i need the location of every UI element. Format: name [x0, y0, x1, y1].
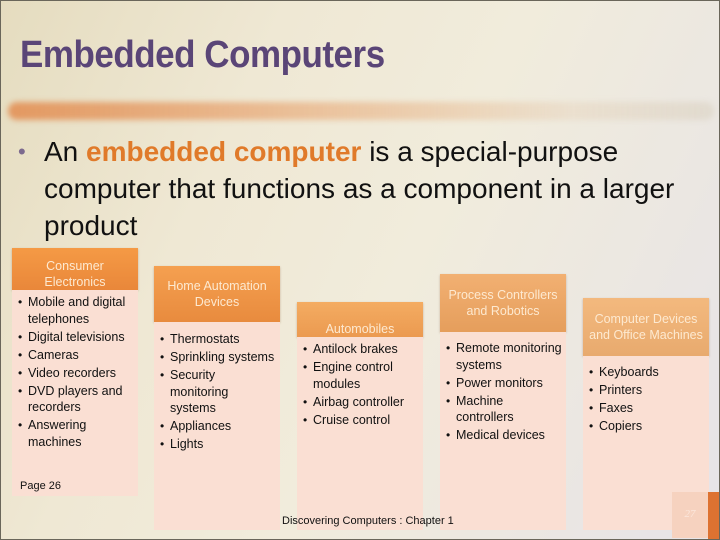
category-body: Remote monitoring systems Power monitors…: [440, 332, 566, 530]
category-header: Consumer Electronics: [12, 248, 138, 290]
list-item: Machine controllers: [446, 393, 562, 426]
category-item-list: Antilock brakes Engine control modules A…: [303, 341, 419, 428]
list-item: Digital televisions: [18, 329, 134, 346]
list-item: Video recorders: [18, 365, 134, 382]
slide-number: 27: [684, 508, 696, 520]
list-item: Printers: [589, 382, 705, 399]
category-box-process-controllers: Process Controllers and Robotics Remote …: [440, 274, 566, 530]
category-item-list: Keyboards Printers Faxes Copiers: [589, 364, 705, 435]
category-body: Antilock brakes Engine control modules A…: [297, 337, 423, 530]
list-item: Thermostats: [160, 331, 276, 348]
main-bullet: • An embedded computer is a special-purp…: [18, 133, 698, 244]
list-item: Faxes: [589, 400, 705, 417]
category-header: Home Automation Devices: [154, 266, 280, 322]
category-body: Thermostats Sprinkling systems Security …: [154, 322, 280, 530]
list-item: Security monitoring systems: [160, 367, 276, 417]
footer-text: Discovering Computers : Chapter 1: [282, 515, 454, 527]
bullet-icon: •: [18, 139, 26, 164]
accent-strip: [708, 492, 720, 540]
list-item: Answering machines: [18, 417, 134, 450]
list-item: Power monitors: [446, 375, 562, 392]
list-item: Airbag controller: [303, 394, 419, 411]
list-item: Sprinkling systems: [160, 349, 276, 366]
category-header: Automobiles: [297, 302, 423, 337]
bullet-prefix: An: [44, 136, 87, 167]
list-item: Copiers: [589, 418, 705, 435]
list-item: Cruise control: [303, 412, 419, 429]
category-body: Mobile and digital telephones Digital te…: [12, 290, 138, 496]
category-box-consumer-electronics: Consumer Electronics Mobile and digital …: [12, 248, 138, 496]
category-item-list: Mobile and digital telephones Digital te…: [18, 294, 134, 450]
list-item: Mobile and digital telephones: [18, 294, 134, 327]
category-item-list: Thermostats Sprinkling systems Security …: [160, 331, 276, 453]
page-reference: Page 26: [20, 480, 61, 492]
title-underline-decoration: [8, 102, 714, 120]
list-item: Cameras: [18, 347, 134, 364]
list-item: DVD players and recorders: [18, 383, 134, 416]
category-box-home-automation: Home Automation Devices Thermostats Spri…: [154, 266, 280, 530]
category-header: Computer Devices and Office Machines: [583, 298, 709, 356]
category-item-list: Remote monitoring systems Power monitors…: [446, 340, 562, 444]
list-item: Appliances: [160, 418, 276, 435]
list-item: Remote monitoring systems: [446, 340, 562, 373]
list-item: Engine control modules: [303, 359, 419, 392]
category-box-automobiles: Automobiles Antilock brakes Engine contr…: [297, 302, 423, 530]
slide-title: Embedded Computers: [20, 34, 385, 76]
list-item: Antilock brakes: [303, 341, 419, 358]
list-item: Keyboards: [589, 364, 705, 381]
highlight-term: embedded computer: [86, 136, 362, 167]
category-header: Process Controllers and Robotics: [440, 274, 566, 332]
list-item: Lights: [160, 436, 276, 453]
list-item: Medical devices: [446, 427, 562, 444]
main-bullet-text: An embedded computer is a special-purpos…: [18, 133, 698, 244]
